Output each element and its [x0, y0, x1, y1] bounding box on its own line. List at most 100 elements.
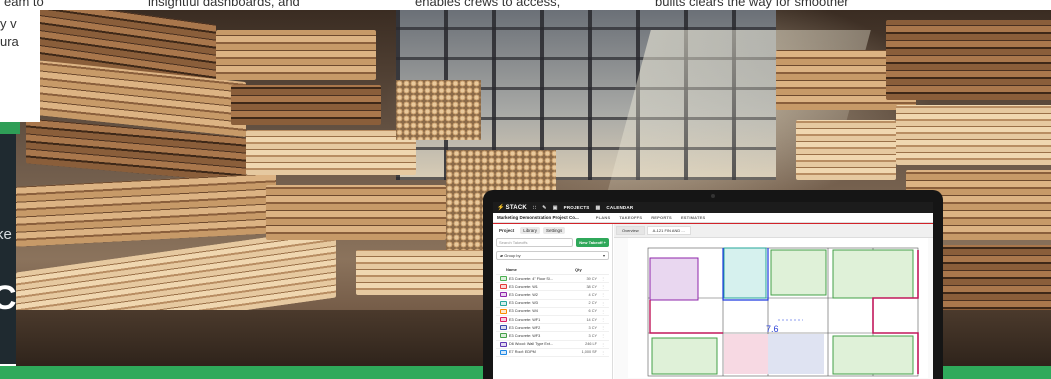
takeoff-qty: 246 LF — [585, 342, 597, 347]
takeoff-name: E7 Roof: EDPM — [509, 350, 536, 355]
takeoff-color-swatch — [500, 276, 507, 282]
takeoff-row[interactable]: E3 Concrete: W1 38 CY ⋮ — [496, 283, 609, 292]
header-qty: Qty — [575, 267, 582, 272]
lumber-stack — [246, 130, 416, 175]
lumber-stack — [266, 185, 446, 240]
more-options-icon[interactable]: ⋮ — [597, 333, 609, 338]
tab-library[interactable]: Library — [520, 227, 541, 234]
chevron-down-icon: ▾ — [602, 253, 605, 258]
calendar-icon: ▦ — [595, 204, 601, 211]
lumber-ends — [396, 80, 481, 140]
sub-nav-takeoffs[interactable]: TAKEOFFS — [619, 215, 642, 220]
nav-projects[interactable]: PROJECTS — [564, 205, 590, 210]
takeoff-color-swatch — [500, 349, 507, 355]
takeoff-qty: 39 CY — [586, 276, 597, 281]
takeoff-table-header: Name Qty — [496, 265, 609, 275]
takeoff-panel: Project Library Settings Search Takeoffs… — [493, 224, 613, 379]
takeoff-row[interactable]: E3 Concrete: 4" Floor Sl... 39 CY ⋮ — [496, 275, 609, 284]
lumber-stack — [16, 173, 276, 247]
plan-zone-blue — [768, 334, 824, 374]
plan-room-purple — [649, 257, 699, 301]
project-sub-bar: Marketing Demonstration Project Co... PL… — [493, 213, 933, 223]
more-options-icon[interactable]: ⋮ — [597, 325, 609, 330]
grid-icon[interactable]: ∷ — [533, 205, 536, 211]
tab-settings[interactable]: Settings — [543, 227, 566, 234]
takeoff-row[interactable]: D6 Wood: Wall Type Ext... 246 LF ⋮ — [496, 341, 609, 349]
lumber-stack — [231, 85, 381, 125]
header-name: Name — [506, 267, 517, 272]
measurement-label: 7.6 — [766, 324, 779, 334]
app-screen: ⚡ STACK ∷ ✎ ▣ PROJECTS ▦ CALENDAR Marketi… — [493, 202, 933, 379]
lumber-stack — [796, 120, 896, 180]
folder-icon: ▰ — [500, 253, 504, 258]
takeoff-qty: 2 CY — [588, 301, 597, 306]
group-by-dropdown[interactable]: ▰ Group by ▾ — [496, 251, 609, 260]
plan-tab-sheet[interactable]: A-121 FIN AND ... — [646, 226, 691, 235]
takeoff-name: E3 Concrete: 4" Floor Sl... — [509, 276, 553, 281]
takeoff-row[interactable]: E7 Roof: EDPM 1,000 SF ⋮ — [496, 349, 609, 357]
search-takeoffs-input[interactable]: Search Takeoffs — [496, 238, 574, 247]
takeoff-name: E3 Concrete: W2 — [509, 292, 538, 297]
takeoff-name: E3 Concrete: WF2 — [509, 325, 541, 330]
takeoff-qty: 3 CY — [588, 333, 597, 338]
more-options-icon[interactable]: ⋮ — [597, 317, 609, 322]
plan-room-green-1 — [770, 249, 827, 296]
takeoff-color-swatch — [500, 308, 507, 314]
group-by-label: ▰ Group by — [500, 253, 521, 258]
more-options-icon[interactable]: ⋮ — [597, 276, 609, 281]
bolt-icon: ⚡ — [497, 205, 505, 211]
project-name[interactable]: Marketing Demonstration Project Co... — [497, 215, 579, 220]
takeoff-qty: 3 CY — [588, 325, 597, 330]
webcam-icon — [711, 194, 715, 198]
more-options-icon[interactable]: ⋮ — [597, 342, 609, 347]
plan-viewer: Overview A-121 FIN AND ... 7.6 — [614, 224, 933, 379]
sub-nav-estimates[interactable]: ESTIMATES — [681, 215, 705, 220]
more-options-icon[interactable]: ⋮ — [597, 292, 609, 297]
takeoff-name: E3 Concrete: WF1 — [509, 317, 541, 322]
more-options-icon[interactable]: ⋮ — [597, 301, 609, 306]
lumber-stack — [216, 30, 376, 80]
top-text-fragment-4: builts clears the way for smoother — [655, 0, 849, 9]
more-options-icon[interactable]: ⋮ — [597, 284, 609, 289]
stack-logo: ⚡ STACK — [497, 204, 527, 212]
takeoff-qty: 14 CY — [586, 317, 597, 322]
new-takeoff-button[interactable]: New Takeoff + — [576, 238, 609, 247]
more-options-icon[interactable]: ⋮ — [597, 350, 609, 355]
floor-plan-drawing[interactable] — [628, 238, 928, 378]
plan-room-teal — [723, 247, 767, 299]
previous-slide-remnant: y v ura — [0, 0, 40, 122]
nav-calendar[interactable]: CALENDAR — [606, 205, 633, 210]
takeoff-color-swatch — [500, 300, 507, 306]
takeoff-qty: 6 CY — [588, 309, 597, 314]
takeoff-name: D6 Wood: Wall Type Ext... — [509, 342, 554, 347]
top-text-band: eam to insightful dashboards, and enable… — [0, 0, 1051, 10]
takeoff-name: E3 Concrete: W1 — [509, 284, 538, 289]
plan-tab-overview[interactable]: Overview — [616, 226, 645, 235]
tab-project[interactable]: Project — [496, 227, 517, 234]
dark-panel-text-2: C — [0, 279, 16, 317]
remnant-line-2: ura — [0, 34, 19, 49]
dark-panel-text-1: ke — [0, 226, 12, 243]
plan-room-green-3 — [651, 337, 718, 375]
sub-nav-plans[interactable]: PLANS — [596, 215, 611, 220]
sub-nav-reports[interactable]: REPORTS — [651, 215, 672, 220]
takeoff-row[interactable]: E3 Concrete: W2 4 CY ⋮ — [496, 291, 609, 300]
takeoff-qty: 1,000 SF — [581, 350, 597, 355]
lumber-stack — [886, 20, 1051, 100]
takeoff-row[interactable]: E3 Concrete: WF1 14 CY ⋮ — [496, 316, 609, 325]
previous-slide-dark-panel: ke C — [0, 134, 16, 364]
takeoff-color-swatch — [500, 284, 507, 290]
takeoff-color-swatch — [500, 325, 507, 331]
more-options-icon[interactable]: ⋮ — [597, 309, 609, 314]
plan-room-green-4 — [832, 335, 914, 375]
search-row: Search Takeoffs New Takeoff + — [496, 238, 609, 247]
takeoff-row[interactable]: E3 Concrete: W3 2 CY ⋮ — [496, 300, 609, 308]
takeoff-row[interactable]: E3 Concrete: WF3 3 CY ⋮ — [496, 332, 609, 341]
takeoff-qty: 38 CY — [586, 284, 597, 289]
panel-tabs: Project Library Settings — [496, 227, 609, 234]
takeoff-name: E3 Concrete: WF3 — [509, 333, 541, 338]
takeoff-row[interactable]: E3 Concrete: W4 6 CY ⋮ — [496, 308, 609, 316]
takeoff-row[interactable]: E3 Concrete: WF2 3 CY ⋮ — [496, 324, 609, 333]
takeoff-name: E3 Concrete: W3 — [509, 301, 538, 306]
edit-icon[interactable]: ✎ — [542, 205, 546, 211]
